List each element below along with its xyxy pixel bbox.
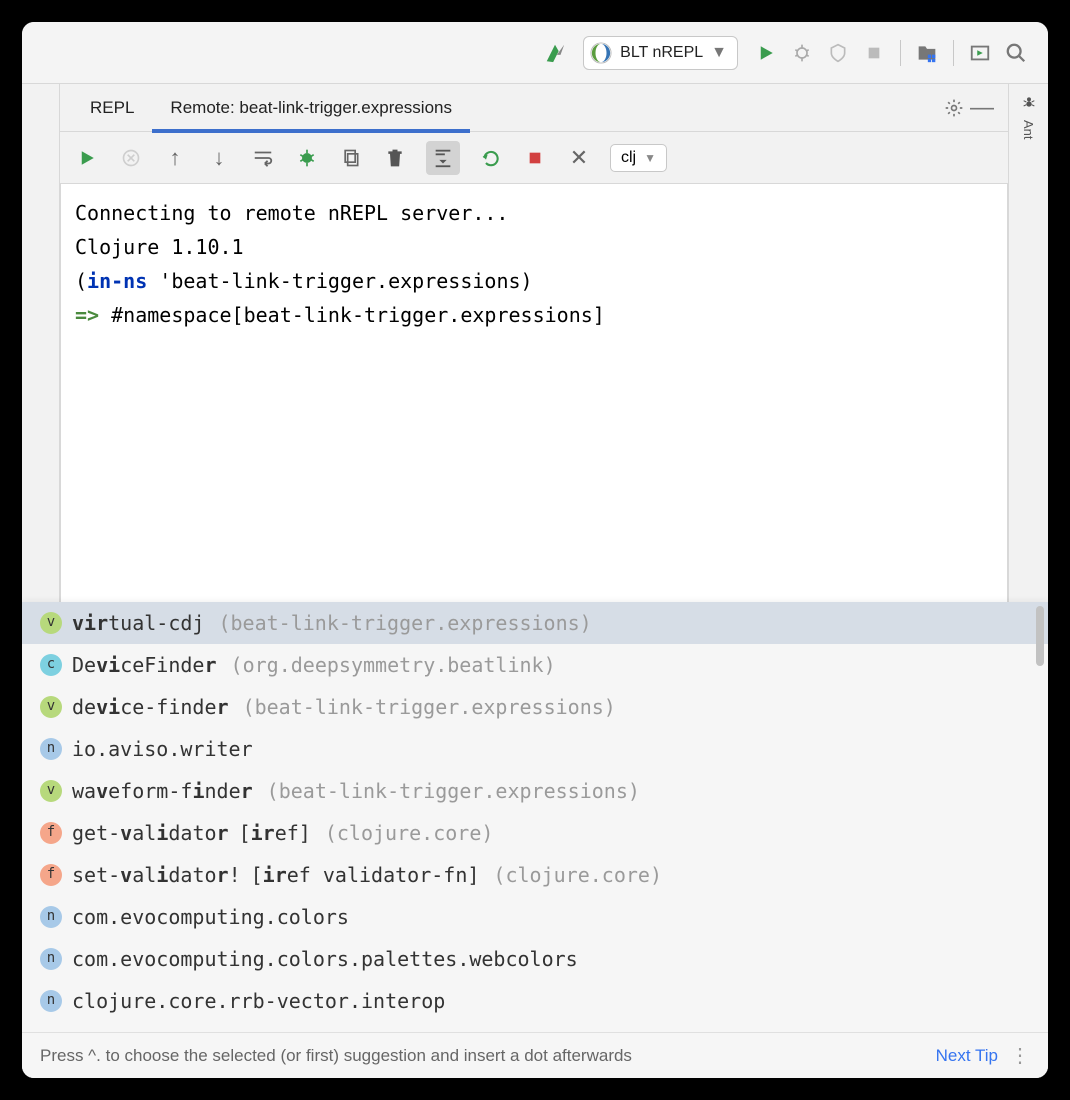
type-badge-v: v bbox=[40, 696, 62, 718]
build-icon[interactable] bbox=[541, 39, 569, 67]
close-icon[interactable]: ✕ bbox=[566, 145, 592, 171]
ant-label[interactable]: Ant bbox=[1021, 120, 1036, 140]
run-anything-icon[interactable] bbox=[966, 39, 994, 67]
completion-hint: (clojure.core) bbox=[325, 816, 494, 850]
debug-repl-icon[interactable] bbox=[294, 145, 320, 171]
completion-item[interactable]: n io.aviso.writer bbox=[22, 728, 1048, 770]
lang-dropdown[interactable]: clj ▼ bbox=[610, 144, 667, 172]
next-tip-link[interactable]: Next Tip bbox=[936, 1046, 998, 1066]
completion-hint: (beat-link-trigger.expressions) bbox=[267, 774, 640, 808]
chevron-down-icon: ▼ bbox=[644, 151, 656, 165]
completion-name: virtual-cdj bbox=[72, 606, 204, 640]
type-badge-v: v bbox=[40, 612, 62, 634]
completion-name: DeviceFinder bbox=[72, 648, 217, 682]
run-config-label: BLT nREPL bbox=[620, 44, 703, 62]
completion-name: device-finder bbox=[72, 690, 229, 724]
chevron-down-icon: ▼ bbox=[711, 44, 727, 62]
footer-text: Press ^. to choose the selected (or firs… bbox=[40, 1046, 632, 1066]
type-badge-n: n bbox=[40, 990, 62, 1012]
completion-item[interactable]: fget-validator [iref](clojure.core) bbox=[22, 812, 1048, 854]
completion-hint: (beat-link-trigger.expressions) bbox=[218, 606, 591, 640]
completion-name: waveform-finder bbox=[72, 774, 253, 808]
completion-name: com.evocomputing.colors bbox=[72, 900, 349, 934]
scroll-to-end-icon[interactable] bbox=[426, 141, 460, 175]
ant-icon[interactable] bbox=[1021, 94, 1037, 110]
run-config-dropdown[interactable]: BLT nREPL ▼ bbox=[583, 36, 738, 70]
project-structure-icon[interactable] bbox=[913, 39, 941, 67]
completion-hint: (org.deepsymmetry.beatlink) bbox=[231, 648, 556, 682]
repl-toolbar: ↑ ↓ bbox=[60, 132, 1008, 184]
separator bbox=[953, 40, 954, 66]
separator bbox=[900, 40, 901, 66]
completion-item[interactable]: nrefactor-nrepl.inlined-deps.cheshire.v5… bbox=[22, 1022, 1048, 1032]
completion-popup: v virtual-cdj (beat-link-trigger.expressio… bbox=[22, 602, 1048, 1078]
completion-name: set-validator! bbox=[72, 858, 241, 892]
gear-icon[interactable] bbox=[940, 94, 968, 122]
repl-tabs: REPL Remote: beat-link-trigger.expressio… bbox=[60, 84, 1008, 132]
history-down-icon[interactable]: ↓ bbox=[206, 145, 232, 171]
completion-item[interactable]: v virtual-cdj (beat-link-trigger.expressio… bbox=[22, 602, 1048, 644]
debug-icon[interactable] bbox=[788, 39, 816, 67]
minimize-icon[interactable]: — bbox=[968, 94, 996, 122]
search-icon[interactable] bbox=[1002, 39, 1030, 67]
completion-item[interactable]: fset-validator! [iref validator-fn](cloj… bbox=[22, 854, 1048, 896]
top-toolbar: BLT nREPL ▼ bbox=[22, 22, 1048, 84]
coverage-icon[interactable] bbox=[824, 39, 852, 67]
completion-item[interactable]: v device-finder (beat-link-trigger.express… bbox=[22, 686, 1048, 728]
cancel-button[interactable] bbox=[118, 145, 144, 171]
completion-item[interactable]: v waveform-finder (beat-link-trigger.expre… bbox=[22, 770, 1048, 812]
completion-name: io.aviso.writer bbox=[72, 732, 253, 766]
completion-hint: (beat-link-trigger.expressions) bbox=[243, 690, 616, 724]
completion-name: com.evocomputing.colors.palettes.webcolo… bbox=[72, 942, 578, 976]
type-badge-c: c bbox=[40, 654, 62, 676]
clojure-icon bbox=[590, 42, 612, 64]
run-button[interactable] bbox=[74, 145, 100, 171]
stop-icon[interactable] bbox=[860, 39, 888, 67]
rerun-icon[interactable] bbox=[478, 145, 504, 171]
type-badge-f: f bbox=[40, 822, 62, 844]
soft-wrap-icon[interactable] bbox=[250, 145, 276, 171]
completion-name: get-validator bbox=[72, 816, 229, 850]
completion-item[interactable]: n com.evocomputing.colors.palettes.webcol… bbox=[22, 938, 1048, 980]
run-icon[interactable] bbox=[752, 39, 780, 67]
lang-label: clj bbox=[621, 149, 636, 167]
output-line: Clojure 1.10.1 bbox=[75, 230, 993, 264]
stop-repl-icon[interactable] bbox=[522, 145, 548, 171]
trash-icon[interactable] bbox=[382, 145, 408, 171]
output-line: => #namespace[beat-link-trigger.expressi… bbox=[75, 298, 993, 332]
completion-hint: (clojure.core) bbox=[493, 858, 662, 892]
completion-list[interactable]: v virtual-cdj (beat-link-trigger.expressio… bbox=[22, 602, 1048, 1032]
type-badge-v: v bbox=[40, 780, 62, 802]
completion-footer: Press ^. to choose the selected (or firs… bbox=[22, 1032, 1048, 1078]
more-icon[interactable]: ⋮ bbox=[1010, 1043, 1030, 1068]
type-badge-n: n bbox=[40, 738, 62, 760]
completion-item[interactable]: c DeviceFinder (org.deepsymmetry.beatlink) bbox=[22, 644, 1048, 686]
output-line: Connecting to remote nREPL server... bbox=[75, 196, 993, 230]
type-badge-f: f bbox=[40, 864, 62, 886]
output-line: (in-ns 'beat-link-trigger.expressions) bbox=[75, 264, 993, 298]
type-badge-n: n bbox=[40, 906, 62, 928]
completion-item[interactable]: n com.evocomputing.colors bbox=[22, 896, 1048, 938]
history-up-icon[interactable]: ↑ bbox=[162, 145, 188, 171]
copy-icon[interactable] bbox=[338, 145, 364, 171]
completion-name: refactor-nrepl.inlined-deps.cheshire.v5v… bbox=[72, 1026, 758, 1032]
scrollbar-thumb[interactable] bbox=[1036, 606, 1044, 666]
completion-name: clojure.core.rrb-vector.interop bbox=[72, 984, 445, 1018]
completion-item[interactable]: n clojure.core.rrb-vector.interop bbox=[22, 980, 1048, 1022]
tab-remote[interactable]: Remote: beat-link-trigger.expressions bbox=[152, 84, 470, 132]
type-badge-n: n bbox=[40, 948, 62, 970]
tab-repl[interactable]: REPL bbox=[72, 84, 152, 132]
